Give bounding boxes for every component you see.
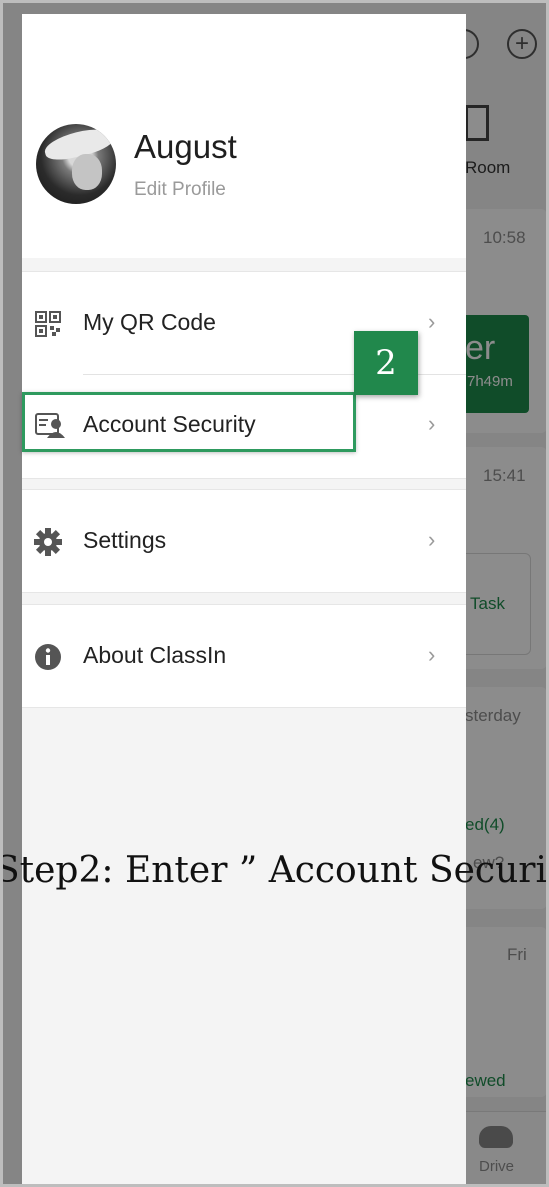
step-caption: Step2: Enter ” Account Security — [0, 850, 549, 891]
avatar[interactable] — [36, 124, 116, 204]
step-badge: 2 — [354, 331, 418, 395]
chevron-right-icon: › — [428, 527, 436, 552]
menu-item-label: Settings — [83, 527, 167, 553]
app-frame: + Room 10:58 er 7h49m 15:41 Task sterday… — [0, 0, 549, 1187]
info-icon — [35, 644, 61, 670]
menu-group-settings: Settings › — [22, 489, 466, 593]
chevron-right-icon: › — [428, 411, 436, 436]
menu-item-about[interactable]: About ClassIn › — [22, 605, 466, 707]
menu-item-label: About ClassIn — [83, 642, 227, 668]
gear-icon — [34, 528, 62, 556]
highlight-box — [22, 392, 356, 452]
menu-item-settings[interactable]: Settings › — [22, 490, 466, 592]
chevron-right-icon: › — [428, 309, 436, 334]
qr-code-icon — [35, 311, 61, 337]
menu-group-about: About ClassIn › — [22, 604, 466, 708]
profile-name: August — [134, 128, 237, 165]
side-drawer: August Edit Profile My QR Code › Account… — [22, 14, 466, 1184]
menu-item-label: My QR Code — [83, 309, 216, 335]
edit-profile-link[interactable]: Edit Profile — [134, 179, 226, 201]
profile-header[interactable]: August Edit Profile — [22, 14, 466, 258]
chevron-right-icon: › — [428, 642, 436, 667]
